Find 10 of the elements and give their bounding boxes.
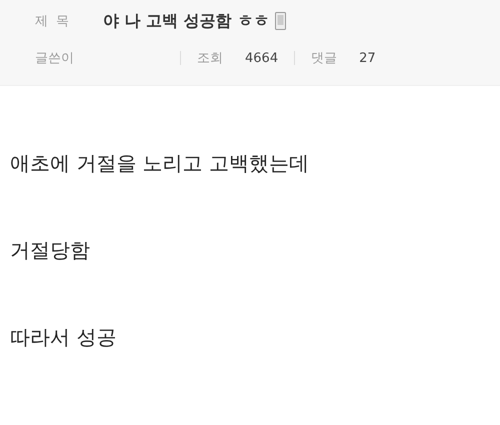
meta-value: 27 — [359, 50, 376, 66]
meta-label: 글쓴이 — [35, 50, 74, 67]
post-text: 따라서 성공 — [10, 325, 118, 350]
post-title: 야 나 고백 성공함 ㅎㅎ — [103, 10, 270, 32]
post-text: 애초에 거절을 노리고 고백했는데 — [10, 151, 310, 176]
post-text: 거절당함 — [10, 238, 91, 263]
title-label: 제 목 — [35, 13, 72, 30]
meta-value: 4664 — [245, 50, 278, 66]
meta-label: 댓글 — [311, 50, 338, 67]
meta-label: 조회 — [197, 50, 223, 67]
